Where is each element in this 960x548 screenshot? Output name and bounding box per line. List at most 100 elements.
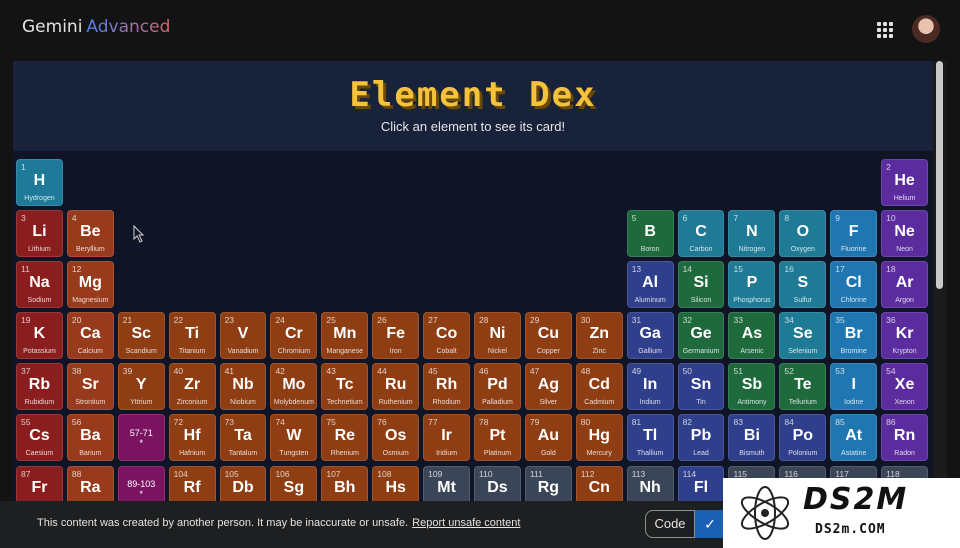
element-cell[interactable]: 48 Cd Cadmium: [575, 363, 623, 410]
element-cell[interactable]: 38 Sr Strontium: [66, 363, 114, 410]
element-cell[interactable]: 5 B Boron: [626, 210, 674, 257]
element-cell[interactable]: 50 Sn Tin: [677, 363, 725, 410]
element-cell[interactable]: 2 He Helium: [881, 159, 929, 206]
element-cell[interactable]: 30 Zn Zinc: [575, 312, 623, 359]
element-cell[interactable]: 18 Ar Argon: [881, 261, 929, 308]
element-cell[interactable]: 14 Si Silicon: [677, 261, 725, 308]
report-unsafe-link[interactable]: Report unsafe content: [412, 517, 520, 529]
element-cell[interactable]: 105 Db: [219, 465, 267, 501]
element-number: 24: [275, 315, 285, 326]
element-cell[interactable]: 107 Bh: [321, 465, 369, 501]
element-cell[interactable]: 27 Co Cobalt: [423, 312, 471, 359]
element-cell[interactable]: 76 Os Osmium: [372, 414, 420, 462]
element-cell[interactable]: 72 Hf Hafnium: [168, 414, 216, 462]
element-cell[interactable]: 87 Fr: [16, 465, 63, 501]
element-name: Mercury: [586, 450, 612, 458]
element-cell[interactable]: 79 Au Gold: [524, 414, 572, 462]
element-cell[interactable]: 111RgRoentgeni: [524, 465, 572, 501]
element-cell[interactable]: 81 Tl Thallium: [626, 414, 674, 462]
element-cell[interactable]: 88 Ra: [66, 465, 114, 501]
element-cell[interactable]: 75 Re Rhenium: [321, 414, 369, 462]
element-cell[interactable]: 29 Cu Copper: [524, 312, 572, 359]
element-cell[interactable]: 25 Mn Manganese: [321, 312, 369, 359]
element-cell[interactable]: 114 Fl: [677, 465, 725, 501]
element-cell[interactable]: 10 Ne Neon: [881, 210, 929, 257]
element-symbol: Co: [435, 325, 458, 343]
element-cell[interactable]: 11 Na Sodium: [16, 261, 63, 308]
element-cell[interactable]: 55 Cs Caesium: [16, 414, 63, 462]
element-cell[interactable]: 37 Rb Rubidium: [16, 363, 63, 410]
element-cell[interactable]: 78 Pt Platinum: [474, 414, 521, 462]
element-cell[interactable]: 74 W Tungsten: [270, 414, 318, 462]
element-cell[interactable]: 41 Nb Niobium: [219, 363, 267, 410]
element-cell[interactable]: 49 In Indium: [626, 363, 674, 410]
element-cell[interactable]: 77 Ir Iridium: [423, 414, 471, 462]
check-button[interactable]: ✓: [695, 510, 725, 538]
element-cell[interactable]: 32 Ge Germanium: [677, 312, 725, 359]
element-cell[interactable]: 104RfRutherfordi: [168, 465, 216, 501]
element-cell[interactable]: 7 N Nitrogen: [728, 210, 776, 257]
element-cell[interactable]: 42 Mo Molybdenum: [270, 363, 318, 410]
element-cell[interactable]: 36 Kr Krypton: [881, 312, 929, 359]
element-cell[interactable]: 54 Xe Xenon: [881, 363, 929, 410]
element-cell[interactable]: 4 Be Beryllium: [66, 210, 114, 257]
element-cell[interactable]: 52 Te Tellurium: [779, 363, 827, 410]
element-cell[interactable]: 109MtMeitneri: [423, 465, 471, 501]
element-cell[interactable]: 34 Se Selenium: [779, 312, 827, 359]
element-cell[interactable]: 56 Ba Barium: [66, 414, 114, 462]
gemini-brand[interactable]: Gemini Advanced: [22, 17, 170, 37]
element-cell[interactable]: 20 Ca Calcium: [66, 312, 114, 359]
element-cell[interactable]: 53 I Iodine: [830, 363, 878, 410]
element-cell[interactable]: 51 Sb Antimony: [728, 363, 776, 410]
element-cell[interactable]: 86 Rn Radon: [881, 414, 929, 462]
series-placeholder-cell[interactable]: 89-103 *: [117, 465, 165, 501]
element-cell[interactable]: 12 Mg Magnesium: [66, 261, 114, 308]
element-cell[interactable]: 47 Ag Silver: [524, 363, 572, 410]
element-cell[interactable]: 33 As Arsenic: [728, 312, 776, 359]
element-cell[interactable]: 22 Ti Titanium: [168, 312, 216, 359]
avatar[interactable]: [912, 15, 940, 43]
element-cell[interactable]: 108 Hs: [372, 465, 420, 501]
element-cell[interactable]: 19 K Potassium: [16, 312, 63, 359]
element-cell[interactable]: 43 Tc Technetium: [321, 363, 369, 410]
element-cell[interactable]: 83 Bi Bismuth: [728, 414, 776, 462]
code-button[interactable]: Code: [645, 510, 695, 538]
element-cell[interactable]: 35 Br Bromine: [830, 312, 878, 359]
element-number: 15: [733, 264, 743, 275]
element-cell[interactable]: 31 Ga Gallium: [626, 312, 674, 359]
element-cell[interactable]: 1 H Hydrogen: [16, 159, 63, 206]
element-cell[interactable]: 39 Y Yttrium: [117, 363, 165, 410]
element-cell[interactable]: 113 Nh: [626, 465, 674, 501]
element-cell[interactable]: 15 P Phosphorus: [728, 261, 776, 308]
element-cell[interactable]: 9 F Fluorine: [830, 210, 878, 257]
element-symbol: Ba: [80, 427, 101, 445]
element-cell[interactable]: 8 O Oxygen: [779, 210, 827, 257]
element-cell[interactable]: 106SgSeaborgi: [270, 465, 318, 501]
element-cell[interactable]: 23 V Vanadium: [219, 312, 267, 359]
element-cell[interactable]: 45 Rh Rhodium: [423, 363, 471, 410]
element-cell[interactable]: 85 At Astatine: [830, 414, 878, 462]
element-cell[interactable]: 40 Zr Zirconium: [168, 363, 216, 410]
element-cell[interactable]: 21 Sc Scandium: [117, 312, 165, 359]
element-cell[interactable]: 17 Cl Chlorine: [830, 261, 878, 308]
element-cell[interactable]: 28 Ni Nickel: [474, 312, 521, 359]
element-cell[interactable]: 26 Fe Iron: [372, 312, 420, 359]
element-cell[interactable]: 24 Cr Chromium: [270, 312, 318, 359]
element-symbol: O: [796, 223, 810, 241]
scrollbar[interactable]: [933, 61, 947, 501]
element-cell[interactable]: 82 Pb Lead: [677, 414, 725, 462]
element-cell[interactable]: 110DsDarmstadti: [474, 465, 521, 501]
element-cell[interactable]: 44 Ru Ruthenium: [372, 363, 420, 410]
element-cell[interactable]: 46 Pd Palladium: [474, 363, 521, 410]
element-cell[interactable]: 84 Po Polonium: [779, 414, 827, 462]
element-cell[interactable]: 13 Al Aluminum: [626, 261, 674, 308]
element-cell[interactable]: 6 C Carbon: [677, 210, 725, 257]
element-cell[interactable]: 3 Li Lithium: [16, 210, 63, 257]
element-cell[interactable]: 112CnCopernici: [575, 465, 623, 501]
apps-grid-icon[interactable]: [877, 22, 893, 38]
scrollbar-thumb[interactable]: [936, 61, 943, 289]
element-cell[interactable]: 80 Hg Mercury: [575, 414, 623, 462]
series-placeholder-cell[interactable]: 57-71 *: [117, 414, 165, 462]
element-cell[interactable]: 16 S Sulfur: [779, 261, 827, 308]
element-cell[interactable]: 73 Ta Tantalum: [219, 414, 267, 462]
